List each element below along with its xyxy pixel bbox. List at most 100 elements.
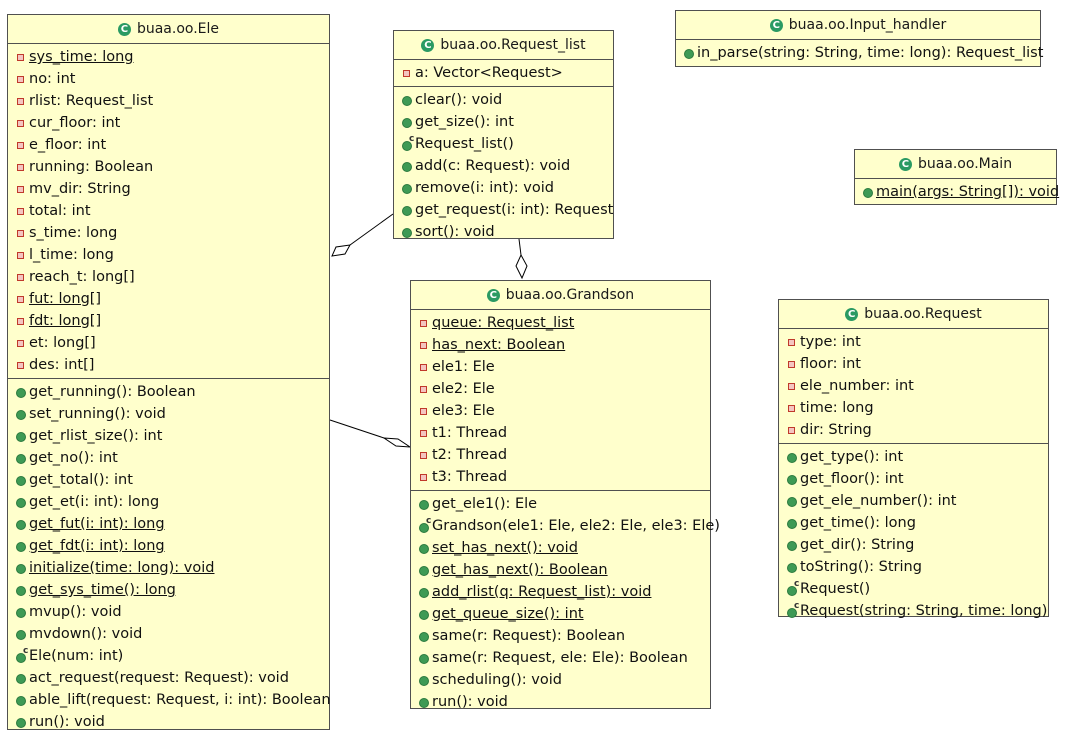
member-row[interactable]: sys_time: long	[8, 46, 329, 68]
member-text: no: int	[29, 71, 76, 87]
member-row[interactable]: clear(): void	[394, 89, 613, 111]
member-row[interactable]: des: int[]	[8, 354, 329, 376]
member-row[interactable]: initialize(time: long): void	[8, 557, 329, 579]
member-row[interactable]: e_floor: int	[8, 134, 329, 156]
member-row[interactable]: sort(): void	[394, 221, 613, 243]
member-row[interactable]: run(): void	[8, 711, 329, 733]
member-row[interactable]: main(args: String[]): void	[855, 181, 1059, 203]
member-row[interactable]: get_et(i: int): long	[8, 491, 329, 513]
member-row[interactable]: mvdown(): void	[8, 623, 329, 645]
private-visibility-icon	[14, 310, 29, 332]
member-row[interactable]: get_dir(): String	[779, 534, 1048, 556]
member-row[interactable]: fdt: long[]	[8, 310, 329, 332]
public-visibility-icon	[417, 691, 432, 713]
member-row[interactable]: s_time: long	[8, 222, 329, 244]
member-row[interactable]: queue: Request_list	[411, 312, 710, 334]
member-row[interactable]: get_no(): int	[8, 447, 329, 469]
member-row[interactable]: get_queue_size(): int	[411, 603, 710, 625]
member-row[interactable]: get_floor(): int	[779, 468, 1048, 490]
member-row[interactable]: in_parse(string: String, time: long): Re…	[676, 42, 1044, 64]
member-row[interactable]: l_time: long	[8, 244, 329, 266]
member-row[interactable]: remove(i: int): void	[394, 177, 613, 199]
member-row[interactable]: ele2: Ele	[411, 378, 710, 400]
member-row[interactable]: no: int	[8, 68, 329, 90]
member-text: time: long	[800, 400, 874, 416]
public-visibility-icon	[785, 446, 800, 468]
member-row[interactable]: run(): void	[411, 691, 710, 713]
class-main[interactable]: Cbuaa.oo.Main main(args: String[]): void	[854, 149, 1059, 205]
member-row[interactable]: fut: long[]	[8, 288, 329, 310]
member-row[interactable]: get_time(): long	[779, 512, 1048, 534]
member-row[interactable]: get_request(i: int): Request	[394, 199, 613, 221]
public-visibility-icon	[400, 89, 415, 111]
class-input-handler[interactable]: Cbuaa.oo.Input_handler in_parse(string: S…	[675, 10, 1044, 67]
member-row[interactable]: add(c: Request): void	[394, 155, 613, 177]
private-visibility-icon	[14, 178, 29, 200]
member-row[interactable]: get_total(): int	[8, 469, 329, 491]
member-row[interactable]: add_rlist(q: Request_list): void	[411, 581, 710, 603]
member-row[interactable]: get_ele_number(): int	[779, 490, 1048, 512]
member-row[interactable]: set_has_next(): void	[411, 537, 710, 559]
member-row[interactable]: Request()	[779, 573, 1048, 600]
member-row[interactable]: get_ele1(): Ele	[411, 493, 710, 515]
member-row[interactable]: Ele(num: int)	[8, 640, 329, 667]
member-row[interactable]: rlist: Request_list	[8, 90, 329, 112]
member-row[interactable]: cur_floor: int	[8, 112, 329, 134]
member-row[interactable]: toString(): String	[779, 556, 1048, 578]
member-text: t1: Thread	[432, 425, 508, 441]
member-row[interactable]: t1: Thread	[411, 422, 710, 444]
member-row[interactable]: get_running(): Boolean	[8, 381, 329, 403]
member-row[interactable]: total: int	[8, 200, 329, 222]
class-request-list[interactable]: Cbuaa.oo.Request_list a: Vector<Request> c…	[393, 30, 614, 240]
member-row[interactable]: mv_dir: String	[8, 178, 329, 200]
member-row[interactable]: et: long[]	[8, 332, 329, 354]
member-row[interactable]: a: Vector<Request>	[394, 62, 613, 84]
member-row[interactable]: get_fdt(i: int): long	[8, 535, 329, 557]
member-row[interactable]: able_lift(request: Request, i: int): Boo…	[8, 689, 331, 711]
member-row[interactable]: t2: Thread	[411, 444, 710, 466]
public-visibility-icon	[785, 490, 800, 512]
private-visibility-icon	[14, 244, 29, 266]
private-visibility-icon	[417, 312, 432, 334]
class-request[interactable]: Cbuaa.oo.Request type: int floor: int ele_n…	[778, 299, 1049, 619]
member-row[interactable]: ele1: Ele	[411, 356, 710, 378]
member-row[interactable]: running: Boolean	[8, 156, 329, 178]
member-text: add(c: Request): void	[415, 158, 571, 174]
member-text: get_type(): int	[800, 449, 904, 465]
member-row[interactable]: dir: String	[779, 419, 1048, 441]
member-row[interactable]: ele_number: int	[779, 375, 1048, 397]
member-row[interactable]: get_rlist_size(): int	[8, 425, 329, 447]
member-text: in_parse(string: String, time: long): Re…	[697, 45, 1044, 61]
member-row[interactable]: mvup(): void	[8, 601, 329, 623]
class-ele[interactable]: Cbuaa.oo.Ele sys_time: long no: int rlist: …	[7, 14, 331, 733]
private-visibility-icon	[14, 288, 29, 310]
operations-compartment: get_type(): int get_floor(): int get_ele_n…	[779, 443, 1048, 624]
member-row[interactable]: ele3: Ele	[411, 400, 710, 422]
member-row[interactable]: get_size(): int	[394, 111, 613, 133]
member-row[interactable]: get_sys_time(): long	[8, 579, 329, 601]
member-row[interactable]: t3: Thread	[411, 466, 710, 488]
member-row[interactable]: Request(string: String, time: long)	[779, 595, 1048, 622]
member-text: t2: Thread	[432, 447, 508, 463]
member-row[interactable]: act_request(request: Request): void	[8, 667, 329, 689]
member-row[interactable]: Grandson(ele1: Ele, ele2: Ele, ele3: Ele…	[411, 510, 720, 537]
member-row[interactable]: has_next: Boolean	[411, 334, 710, 356]
member-row[interactable]: reach_t: long[]	[8, 266, 329, 288]
member-row[interactable]: type: int	[779, 331, 1048, 353]
member-row[interactable]: same(r: Request, ele: Ele): Boolean	[411, 647, 710, 669]
member-row[interactable]: floor: int	[779, 353, 1048, 375]
member-row[interactable]: get_fut(i: int): long	[8, 513, 329, 535]
member-row[interactable]: time: long	[779, 397, 1048, 419]
public-visibility-icon	[14, 381, 29, 403]
member-row[interactable]: same(r: Request): Boolean	[411, 625, 710, 647]
public-visibility-icon	[785, 534, 800, 556]
member-row[interactable]: set_running(): void	[8, 403, 329, 425]
public-visibility-icon	[14, 689, 29, 711]
class-grandson[interactable]: Cbuaa.oo.Grandson queue: Request_list has_…	[410, 280, 720, 710]
member-row[interactable]: get_has_next(): Boolean	[411, 559, 710, 581]
member-text: ele2: Ele	[432, 381, 495, 397]
class-icon: C	[486, 288, 500, 302]
member-row[interactable]: Request_list()	[394, 128, 613, 155]
member-row[interactable]: get_type(): int	[779, 446, 1048, 468]
member-row[interactable]: scheduling(): void	[411, 669, 710, 691]
